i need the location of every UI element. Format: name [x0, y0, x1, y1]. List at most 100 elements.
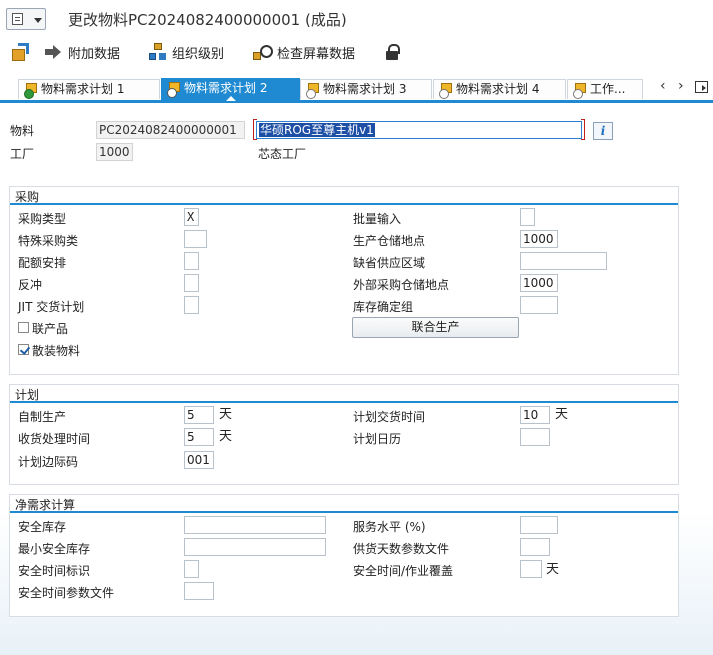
inspect-icon — [253, 43, 273, 61]
tab-prev-button[interactable]: ‹ — [660, 77, 666, 95]
min-safety-stock-input[interactable] — [184, 538, 326, 556]
default-supply-area-input[interactable] — [520, 252, 607, 270]
batch-entry-input[interactable] — [520, 208, 535, 226]
group-divider — [10, 511, 678, 513]
coproduct-label: 联产品 — [32, 322, 69, 336]
quota-input[interactable] — [184, 252, 199, 270]
status-complete-icon — [24, 83, 37, 99]
chevron-down-icon — [34, 18, 42, 23]
focus-marker-right — [581, 119, 585, 140]
inhouse-production-label: 自制生产 — [18, 410, 67, 424]
ext-storage-input[interactable]: 1000 — [520, 274, 558, 292]
planned-delivery-label: 计划交货时间 — [353, 410, 426, 424]
arrow-right-icon — [44, 43, 62, 61]
plant-label: 工厂 — [10, 147, 35, 161]
safety-time-coverage-unit: 天 — [546, 562, 560, 577]
special-procurement-input[interactable] — [184, 230, 207, 248]
procurement-group: 采购 — [9, 186, 679, 375]
status-pending-icon — [167, 82, 180, 98]
selected-text: 华硕ROG至尊主机v1 — [259, 123, 375, 137]
procurement-type-input[interactable]: X — [184, 208, 199, 226]
plant-field: 1000 — [96, 143, 133, 161]
backflush-input[interactable] — [184, 274, 199, 292]
status-pending-icon — [306, 83, 319, 99]
batch-entry-label: 批量输入 — [353, 212, 402, 226]
status-pending-icon — [573, 83, 586, 99]
org-levels-button[interactable]: 组织级别 — [148, 41, 224, 63]
org-levels-label: 组织级别 — [172, 46, 225, 62]
safety-time-indicator-input[interactable] — [184, 560, 199, 578]
safety-time-coverage-input[interactable] — [520, 560, 542, 578]
safety-time-indicator-label: 安全时间标识 — [18, 564, 91, 578]
safety-time-profile-input[interactable] — [184, 582, 214, 600]
planning-calendar-input[interactable] — [520, 428, 550, 446]
planned-delivery-input[interactable]: 10 — [520, 406, 550, 424]
prod-storage-input[interactable]: 1000 — [520, 230, 558, 248]
info-icon[interactable]: i — [593, 122, 613, 140]
status-pending-icon — [439, 83, 452, 99]
plant-name: 芯态工厂 — [258, 147, 307, 161]
additional-data-button[interactable]: 附加数据 — [44, 41, 120, 63]
quota-label: 配额安排 — [18, 256, 67, 270]
tab-mrp1[interactable]: 物料需求计划 1 — [18, 79, 160, 99]
check-screen-data-label: 检查屏幕数据 — [277, 46, 356, 62]
tab-label: 物料需求计划 1 — [41, 82, 125, 96]
sm-key-label: 计划边际码 — [18, 455, 79, 469]
tab-label: 工作... — [590, 82, 626, 96]
active-tab-pointer — [226, 96, 236, 101]
bulk-material-label: 散装物料 — [32, 344, 81, 358]
special-procurement-label: 特殊采购类 — [18, 234, 79, 248]
material-number-field: PC2024082400000001 — [96, 121, 245, 139]
ext-storage-label: 外部采购仓储地点 — [353, 278, 450, 292]
coproduct-checkbox[interactable] — [18, 322, 29, 333]
inhouse-unit: 天 — [219, 407, 233, 422]
safety-time-coverage-label: 安全时间/作业覆盖 — [353, 564, 454, 578]
backflush-label: 反冲 — [18, 278, 43, 292]
safety-stock-input[interactable] — [184, 516, 326, 534]
prod-storage-label: 生产仓储地点 — [353, 234, 426, 248]
procurement-type-label: 采购类型 — [18, 212, 67, 226]
material-description-input[interactable]: 华硕ROG至尊主机v1 — [256, 121, 582, 139]
joint-production-button[interactable]: 联合生产 — [352, 317, 519, 338]
tab-label: 物料需求计划 4 — [456, 82, 540, 96]
tab-mrp3[interactable]: 物料需求计划 3 — [300, 79, 432, 99]
gr-processing-input[interactable]: 5 — [184, 428, 214, 446]
coverage-profile-label: 供货天数参数文件 — [353, 542, 450, 556]
tab-list-icon[interactable] — [695, 81, 708, 93]
tab-label: 物料需求计划 2 — [184, 81, 268, 95]
title-bar: 更改物料PC2024082400000001 (成品) — [0, 0, 713, 36]
group-divider — [10, 401, 678, 403]
default-supply-area-label: 缺省供应区域 — [353, 256, 426, 270]
tab-work-scheduling[interactable]: 工作... — [567, 79, 643, 99]
lock-icon — [384, 43, 402, 61]
lock-button[interactable] — [384, 41, 408, 63]
min-safety-stock-label: 最小安全库存 — [18, 542, 91, 556]
tab-mrp4[interactable]: 物料需求计划 4 — [433, 79, 566, 99]
tab-underline — [0, 100, 713, 103]
additional-data-label: 附加数据 — [68, 46, 121, 62]
gr-processing-unit: 天 — [219, 429, 233, 444]
export-button[interactable] — [10, 41, 34, 63]
export-icon — [10, 43, 29, 61]
system-menu-button[interactable] — [6, 8, 46, 30]
planning-calendar-label: 计划日历 — [353, 432, 402, 446]
bulk-material-checkbox[interactable] — [18, 344, 29, 355]
material-label: 物料 — [10, 124, 35, 138]
group-divider — [10, 203, 678, 205]
safety-stock-label: 安全库存 — [18, 520, 67, 534]
menu-icon — [12, 13, 23, 25]
inhouse-production-input[interactable]: 5 — [184, 406, 214, 424]
stock-det-group-input[interactable] — [520, 296, 558, 314]
safety-time-profile-label: 安全时间参数文件 — [18, 586, 115, 600]
application-toolbar: 附加数据 组织级别 检查屏幕数据 — [0, 36, 713, 66]
gr-processing-label: 收货处理时间 — [18, 432, 91, 446]
org-hierarchy-icon — [148, 43, 166, 61]
jit-input[interactable] — [184, 296, 199, 314]
sm-key-input[interactable]: 001 — [184, 451, 214, 469]
coverage-profile-input[interactable] — [520, 538, 550, 556]
tab-next-button[interactable]: › — [678, 77, 684, 95]
service-level-input[interactable] — [520, 516, 558, 534]
check-screen-data-button[interactable]: 检查屏幕数据 — [253, 41, 355, 63]
planning-group: 计划 — [9, 384, 679, 485]
planned-delivery-unit: 天 — [555, 407, 569, 422]
